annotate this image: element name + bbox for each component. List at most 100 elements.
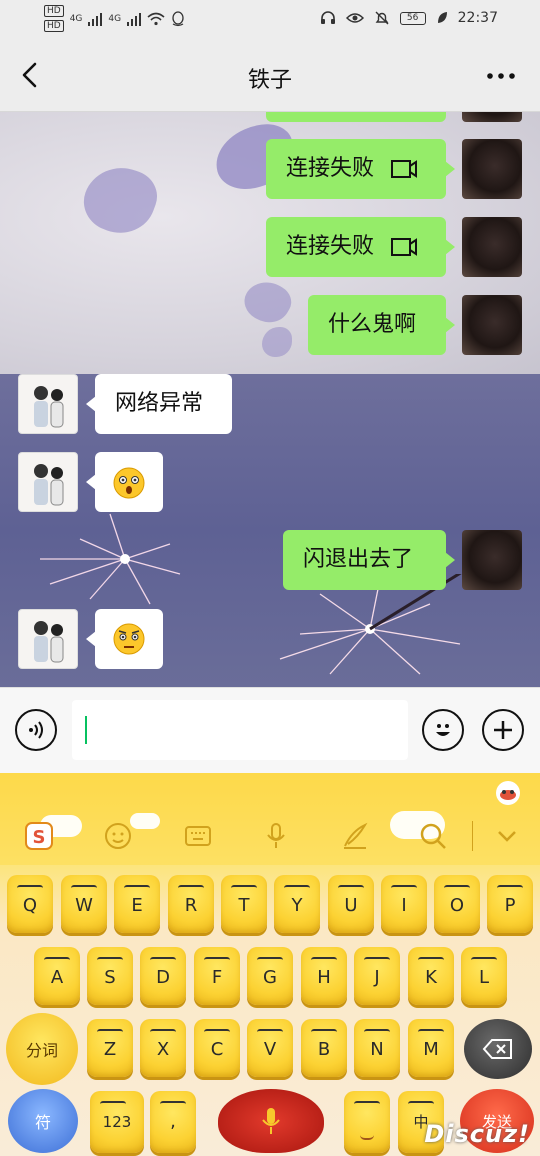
key-k[interactable]: K bbox=[408, 947, 454, 1005]
key-p[interactable]: P bbox=[487, 875, 533, 933]
message-bubble[interactable]: 什么鬼啊 bbox=[308, 295, 455, 355]
backspace-key[interactable] bbox=[464, 1019, 532, 1079]
chat-area[interactable]: 连接失败 连接失败 什么鬼啊 网络异常 闪退出去了 bbox=[0, 112, 540, 687]
key-i[interactable]: I bbox=[381, 875, 427, 933]
key-j[interactable]: J bbox=[354, 947, 400, 1005]
message-bubble[interactable]: 连接失败 bbox=[266, 139, 455, 199]
backspace-icon bbox=[482, 1039, 512, 1059]
watermark: Discuz! bbox=[424, 1120, 530, 1148]
leaf-icon bbox=[437, 12, 447, 23]
couple-avatar-icon bbox=[34, 464, 64, 506]
key-h[interactable]: H bbox=[301, 947, 347, 1005]
symbol-label: 符 bbox=[34, 1113, 51, 1132]
avatar-me[interactable] bbox=[462, 530, 522, 590]
space-key[interactable] bbox=[218, 1089, 324, 1153]
avatar-friend[interactable] bbox=[18, 452, 78, 512]
avatar-friend[interactable] bbox=[18, 609, 78, 669]
eye-icon bbox=[345, 13, 364, 23]
key-y[interactable]: Y bbox=[274, 875, 320, 933]
annoyed-face-icon bbox=[113, 623, 145, 655]
number-key[interactable]: 123 bbox=[90, 1091, 144, 1153]
key-u[interactable]: U bbox=[328, 875, 374, 933]
key-x[interactable]: X bbox=[140, 1019, 186, 1077]
voice-wave-icon bbox=[29, 721, 43, 739]
message-text: 连接失败 bbox=[286, 234, 375, 259]
key-o[interactable]: O bbox=[434, 875, 480, 933]
more-actions-button[interactable] bbox=[482, 709, 524, 751]
key-f[interactable]: F bbox=[194, 947, 240, 1005]
sparkler-image bbox=[40, 513, 181, 605]
couple-avatar-icon bbox=[34, 386, 64, 428]
key-g[interactable]: G bbox=[247, 947, 293, 1005]
search-icon[interactable] bbox=[418, 821, 448, 851]
net-label-1: 4G bbox=[69, 13, 83, 24]
voice-input-button[interactable] bbox=[15, 709, 57, 751]
punctuation-key[interactable]: , bbox=[150, 1091, 196, 1153]
avatar-me[interactable] bbox=[462, 217, 522, 277]
mute-bell-icon bbox=[375, 11, 389, 25]
key-l[interactable]: L bbox=[461, 947, 507, 1005]
key-d[interactable]: D bbox=[140, 947, 186, 1005]
wifi-icon bbox=[147, 12, 165, 25]
key-s[interactable]: S bbox=[87, 947, 133, 1005]
sogou-logo-icon[interactable]: S bbox=[24, 821, 54, 851]
sparkler-image-2 bbox=[279, 574, 462, 675]
key-v[interactable]: V bbox=[247, 1019, 293, 1077]
keyboard-icon[interactable] bbox=[183, 821, 213, 851]
fenci-key[interactable]: 分词 bbox=[6, 1013, 78, 1085]
qq-icon bbox=[172, 10, 184, 26]
more-icon[interactable] bbox=[486, 66, 516, 86]
clock: 22:37 bbox=[457, 10, 498, 26]
input-bar bbox=[0, 687, 540, 773]
keyboard: S Q W E R T Y U I O P A S D F G H J K L … bbox=[0, 773, 540, 1156]
avatar-me[interactable] bbox=[462, 295, 522, 355]
key-a[interactable]: A bbox=[34, 947, 80, 1005]
key-w[interactable]: W bbox=[61, 875, 107, 933]
microphone-icon bbox=[262, 1108, 280, 1134]
face-key[interactable] bbox=[344, 1091, 390, 1153]
key-z[interactable]: Z bbox=[87, 1019, 133, 1077]
hd-badge-2: HD bbox=[44, 20, 64, 32]
text-caret bbox=[85, 716, 87, 744]
emoji-icon[interactable] bbox=[103, 821, 133, 851]
message-bubble[interactable]: 连接失败 bbox=[266, 217, 455, 277]
chat-title: 铁子 bbox=[247, 68, 292, 93]
keyboard-toolbar: S bbox=[0, 773, 540, 865]
net-label-2: 4G bbox=[108, 13, 122, 24]
handwrite-icon[interactable] bbox=[340, 821, 370, 851]
voice-call-icon bbox=[391, 238, 418, 256]
avatar-me[interactable] bbox=[462, 112, 522, 122]
status-left: HD HD 4G 4G bbox=[44, 5, 185, 32]
surprised-face-icon bbox=[113, 467, 145, 499]
nav-bar: 铁子 bbox=[0, 40, 540, 112]
collapse-icon[interactable] bbox=[492, 821, 522, 851]
key-b[interactable]: B bbox=[301, 1019, 347, 1077]
emoji-button[interactable] bbox=[422, 709, 464, 751]
message-input[interactable] bbox=[72, 700, 408, 760]
message-bubble[interactable] bbox=[86, 609, 163, 669]
key-n[interactable]: N bbox=[354, 1019, 400, 1077]
avatar-me[interactable] bbox=[462, 139, 522, 199]
hd-badge-1: HD bbox=[44, 5, 64, 17]
symbol-key[interactable]: 符 bbox=[8, 1089, 78, 1153]
battery-icon: 56 bbox=[399, 11, 426, 25]
smiley-icon bbox=[436, 724, 450, 736]
key-m[interactable]: M bbox=[408, 1019, 454, 1077]
key-t[interactable]: T bbox=[221, 875, 267, 933]
message-bubble[interactable]: 闪退出去了 bbox=[283, 530, 455, 590]
chat-background-bottom bbox=[0, 374, 540, 687]
message-text: 连接失败 bbox=[286, 156, 375, 181]
message-bubble-cutoff[interactable] bbox=[266, 112, 446, 122]
key-c[interactable]: C bbox=[194, 1019, 240, 1077]
couple-avatar-icon bbox=[34, 621, 64, 663]
message-bubble[interactable] bbox=[86, 452, 163, 512]
key-e[interactable]: E bbox=[114, 875, 160, 933]
plus-icon bbox=[494, 721, 512, 739]
key-r[interactable]: R bbox=[168, 875, 214, 933]
headset-icon bbox=[320, 11, 335, 24]
microphone-icon[interactable] bbox=[261, 821, 291, 851]
avatar-friend[interactable] bbox=[18, 374, 78, 434]
key-q[interactable]: Q bbox=[7, 875, 53, 933]
mascot-icon[interactable] bbox=[494, 779, 522, 807]
message-bubble[interactable]: 网络异常 bbox=[86, 374, 232, 434]
